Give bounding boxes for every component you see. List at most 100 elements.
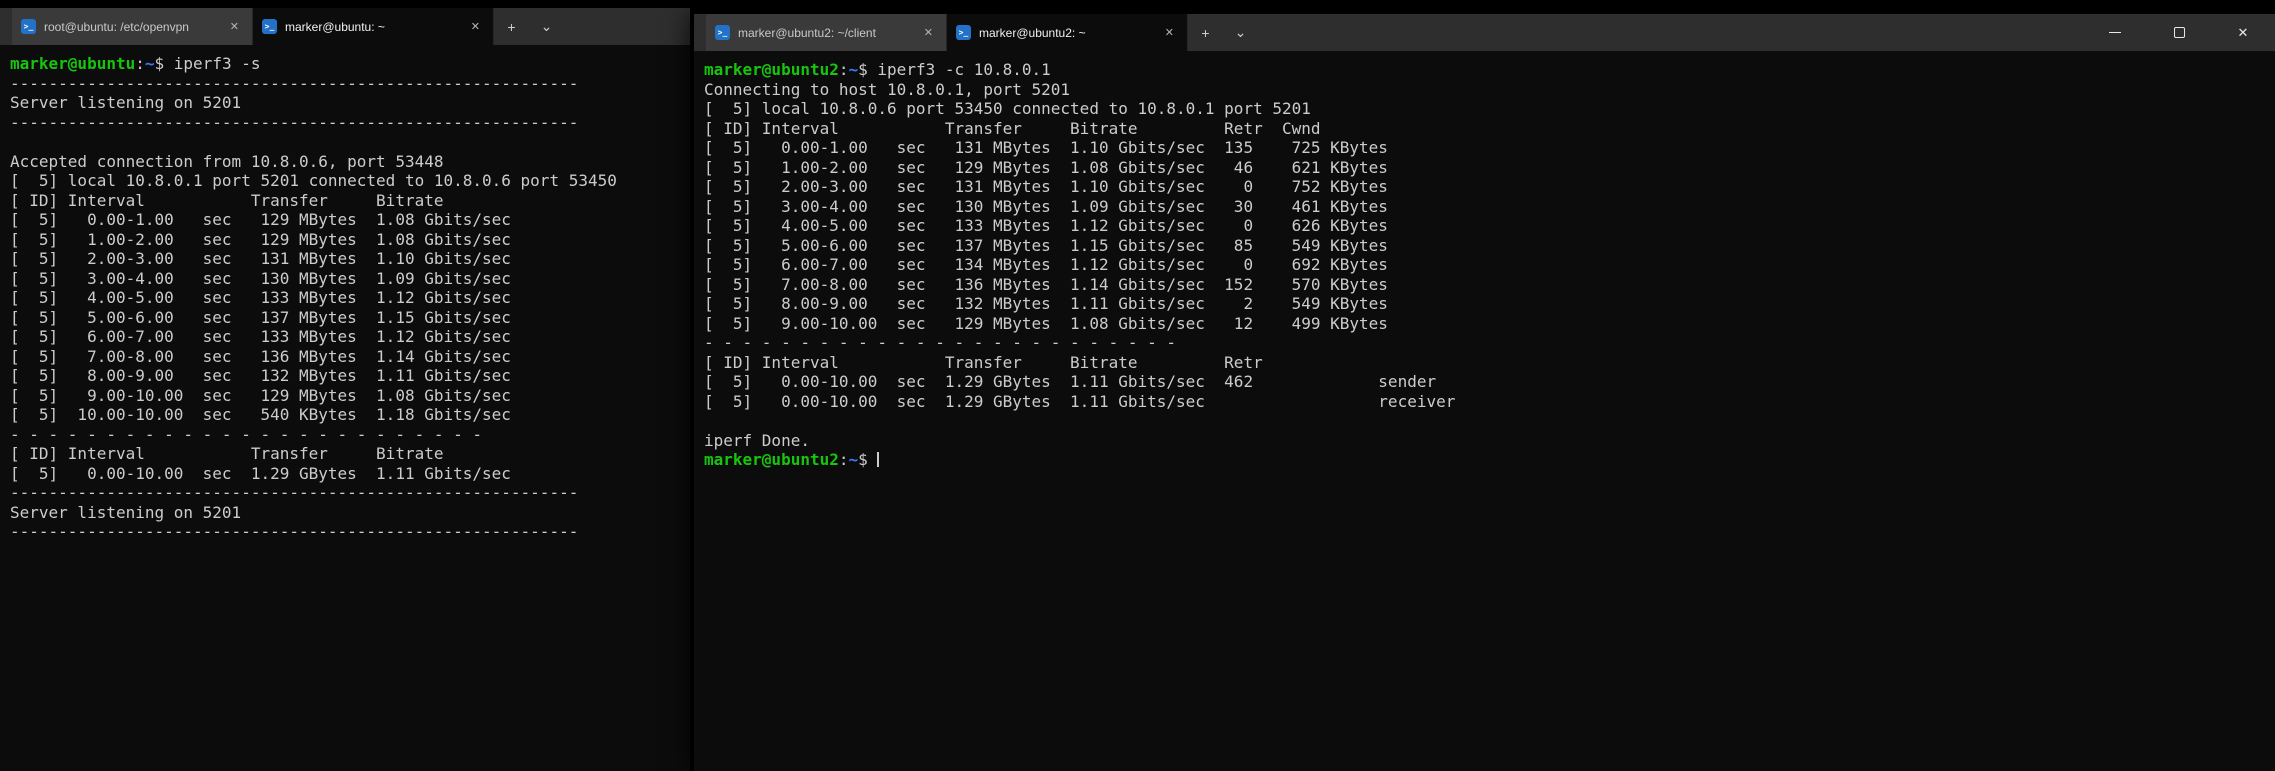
terminal-line: [ 5] 4.00-5.00 sec 133 MBytes 1.12 Gbits… bbox=[704, 216, 2275, 236]
terminal-line: [ 5] 10.00-10.00 sec 540 KBytes 1.18 Gbi… bbox=[10, 405, 690, 425]
terminal-line: [ 5] 3.00-4.00 sec 130 MBytes 1.09 Gbits… bbox=[704, 197, 2275, 217]
terminal-line: [ 5] 4.00-5.00 sec 133 MBytes 1.12 Gbits… bbox=[10, 288, 690, 308]
terminal-icon: >_ bbox=[262, 19, 277, 34]
terminal-line: [ 5] 0.00-10.00 sec 1.29 GBytes 1.11 Gbi… bbox=[704, 372, 2275, 392]
terminal-line: Accepted connection from 10.8.0.6, port … bbox=[10, 152, 690, 172]
titlebar-drag-region[interactable] bbox=[1258, 14, 2083, 51]
maximize-icon bbox=[2174, 27, 2185, 38]
tab-dropdown-button[interactable]: ⌄ bbox=[1223, 14, 1258, 51]
terminal-line: [ ID] Interval Transfer Bitrate Retr Cwn… bbox=[704, 119, 2275, 139]
titlebar-drag-region[interactable] bbox=[0, 8, 12, 45]
command-text: iperf3 -s bbox=[164, 54, 260, 73]
prompt-path: ~ bbox=[145, 54, 155, 73]
terminal-line: [ 5] local 10.8.0.6 port 53450 connected… bbox=[704, 99, 2275, 119]
right-terminal-window: >_ marker@ubuntu2: ~/client ✕ >_ marker@… bbox=[694, 14, 2275, 771]
terminal-line: ----------------------------------------… bbox=[10, 522, 690, 542]
prompt-separator: : bbox=[839, 450, 849, 469]
terminal-icon: >_ bbox=[956, 25, 971, 40]
prompt-user: marker@ubuntu2 bbox=[704, 60, 839, 79]
terminal-line: [ 5] 9.00-10.00 sec 129 MBytes 1.08 Gbit… bbox=[704, 314, 2275, 334]
terminal-line: [ 5] 7.00-8.00 sec 136 MBytes 1.14 Gbits… bbox=[10, 347, 690, 367]
prompt-user: marker@ubuntu bbox=[10, 54, 135, 73]
tab-marker-ubuntu2[interactable]: >_ marker@ubuntu2: ~ ✕ bbox=[947, 14, 1188, 51]
terminal-line: [ 5] 2.00-3.00 sec 131 MBytes 1.10 Gbits… bbox=[704, 177, 2275, 197]
close-icon: ✕ bbox=[2238, 25, 2249, 41]
terminal-line: [ 5] 0.00-10.00 sec 1.29 GBytes 1.11 Gbi… bbox=[704, 392, 2275, 412]
terminal-line: [ 5] 5.00-6.00 sec 137 MBytes 1.15 Gbits… bbox=[10, 308, 690, 328]
terminal-line: [ 5] 2.00-3.00 sec 131 MBytes 1.10 Gbits… bbox=[10, 249, 690, 269]
prompt-path: ~ bbox=[849, 450, 859, 469]
text-cursor bbox=[877, 452, 879, 467]
terminal-line: ----------------------------------------… bbox=[10, 113, 690, 133]
titlebar-drag-region[interactable] bbox=[564, 8, 690, 45]
terminal-line: [ 5] 8.00-9.00 sec 132 MBytes 1.11 Gbits… bbox=[10, 366, 690, 386]
terminal-line: [ 5] 9.00-10.00 sec 129 MBytes 1.08 Gbit… bbox=[10, 386, 690, 406]
terminal-line: [ ID] Interval Transfer Bitrate Retr bbox=[704, 353, 2275, 373]
terminal-line bbox=[704, 411, 2275, 431]
right-terminal-content[interactable]: marker@ubuntu2:~$ iperf3 -c 10.8.0.1 Con… bbox=[694, 51, 2275, 771]
prompt-symbol: $ bbox=[155, 54, 165, 73]
close-tab-icon[interactable]: ✕ bbox=[226, 19, 243, 34]
terminal-line: [ 5] 0.00-1.00 sec 129 MBytes 1.08 Gbits… bbox=[10, 210, 690, 230]
terminal-line: [ 5] 0.00-1.00 sec 131 MBytes 1.10 Gbits… bbox=[704, 138, 2275, 158]
tab-dropdown-button[interactable]: ⌄ bbox=[529, 8, 564, 45]
prompt-separator: : bbox=[839, 60, 849, 79]
tab-label: marker@ubuntu2: ~/client bbox=[738, 26, 912, 40]
left-terminal-window: >_ root@ubuntu: /etc/openvpn ✕ >_ marker… bbox=[0, 8, 690, 771]
close-tab-icon[interactable]: ✕ bbox=[920, 25, 937, 40]
titlebar-drag-region[interactable] bbox=[694, 14, 706, 51]
terminal-line: ----------------------------------------… bbox=[10, 74, 690, 94]
terminal-line: [ 5] 6.00-7.00 sec 133 MBytes 1.12 Gbits… bbox=[10, 327, 690, 347]
minimize-button[interactable] bbox=[2083, 14, 2147, 51]
close-tab-icon[interactable]: ✕ bbox=[467, 19, 484, 34]
right-titlebar: >_ marker@ubuntu2: ~/client ✕ >_ marker@… bbox=[694, 14, 2275, 51]
prompt-separator: : bbox=[135, 54, 145, 73]
close-window-button[interactable]: ✕ bbox=[2211, 14, 2275, 51]
prompt-path: ~ bbox=[849, 60, 859, 79]
terminal-line: [ 5] 6.00-7.00 sec 134 MBytes 1.12 Gbits… bbox=[704, 255, 2275, 275]
terminal-line: [ 5] 1.00-2.00 sec 129 MBytes 1.08 Gbits… bbox=[10, 230, 690, 250]
command-text: iperf3 -c 10.8.0.1 bbox=[868, 60, 1051, 79]
terminal-line: [ 5] 5.00-6.00 sec 137 MBytes 1.15 Gbits… bbox=[704, 236, 2275, 256]
prompt-symbol: $ bbox=[858, 450, 877, 469]
terminal-line: [ 5] 8.00-9.00 sec 132 MBytes 1.11 Gbits… bbox=[704, 294, 2275, 314]
terminal-line: [ 5] 0.00-10.00 sec 1.29 GBytes 1.11 Gbi… bbox=[10, 464, 690, 484]
new-tab-button[interactable]: + bbox=[1188, 14, 1223, 51]
terminal-line bbox=[10, 132, 690, 152]
terminal-line: [ ID] Interval Transfer Bitrate bbox=[10, 444, 690, 464]
terminal-output: ----------------------------------------… bbox=[10, 74, 690, 542]
prompt-line: marker@ubuntu:~$ iperf3 -s bbox=[10, 54, 690, 74]
terminal-line: iperf Done. bbox=[704, 431, 2275, 451]
maximize-button[interactable] bbox=[2147, 14, 2211, 51]
prompt-symbol: $ bbox=[858, 60, 868, 79]
terminal-line: - - - - - - - - - - - - - - - - - - - - … bbox=[704, 333, 2275, 353]
terminal-line: ----------------------------------------… bbox=[10, 483, 690, 503]
terminal-line: [ 5] 3.00-4.00 sec 130 MBytes 1.09 Gbits… bbox=[10, 269, 690, 289]
terminal-icon: >_ bbox=[21, 19, 36, 34]
prompt-line: marker@ubuntu2:~$ bbox=[704, 450, 2275, 470]
left-titlebar: >_ root@ubuntu: /etc/openvpn ✕ >_ marker… bbox=[0, 8, 690, 45]
close-tab-icon[interactable]: ✕ bbox=[1161, 25, 1178, 40]
terminal-line: - - - - - - - - - - - - - - - - - - - - … bbox=[10, 425, 690, 445]
prompt-user: marker@ubuntu2 bbox=[704, 450, 839, 469]
terminal-line: Server listening on 5201 bbox=[10, 93, 690, 113]
prompt-line: marker@ubuntu2:~$ iperf3 -c 10.8.0.1 bbox=[704, 60, 2275, 80]
tab-root-ubuntu-openvpn[interactable]: >_ root@ubuntu: /etc/openvpn ✕ bbox=[12, 8, 253, 45]
new-tab-button[interactable]: + bbox=[494, 8, 529, 45]
terminal-line: [ 5] local 10.8.0.1 port 5201 connected … bbox=[10, 171, 690, 191]
terminal-output: Connecting to host 10.8.0.1, port 5201[ … bbox=[704, 80, 2275, 451]
left-terminal-content[interactable]: marker@ubuntu:~$ iperf3 -s -------------… bbox=[0, 45, 690, 771]
window-controls: ✕ bbox=[2083, 14, 2275, 51]
tab-marker-ubuntu[interactable]: >_ marker@ubuntu: ~ ✕ bbox=[253, 8, 494, 45]
terminal-line: Connecting to host 10.8.0.1, port 5201 bbox=[704, 80, 2275, 100]
terminal-icon: >_ bbox=[715, 25, 730, 40]
terminal-line: Server listening on 5201 bbox=[10, 503, 690, 523]
tab-label: root@ubuntu: /etc/openvpn bbox=[44, 20, 218, 34]
tab-label: marker@ubuntu2: ~ bbox=[979, 26, 1153, 40]
tab-label: marker@ubuntu: ~ bbox=[285, 20, 459, 34]
terminal-line: [ 5] 1.00-2.00 sec 129 MBytes 1.08 Gbits… bbox=[704, 158, 2275, 178]
minimize-icon bbox=[2109, 32, 2121, 33]
terminal-line: [ 5] 7.00-8.00 sec 136 MBytes 1.14 Gbits… bbox=[704, 275, 2275, 295]
tab-marker-ubuntu2-client[interactable]: >_ marker@ubuntu2: ~/client ✕ bbox=[706, 14, 947, 51]
terminal-line: [ ID] Interval Transfer Bitrate bbox=[10, 191, 690, 211]
